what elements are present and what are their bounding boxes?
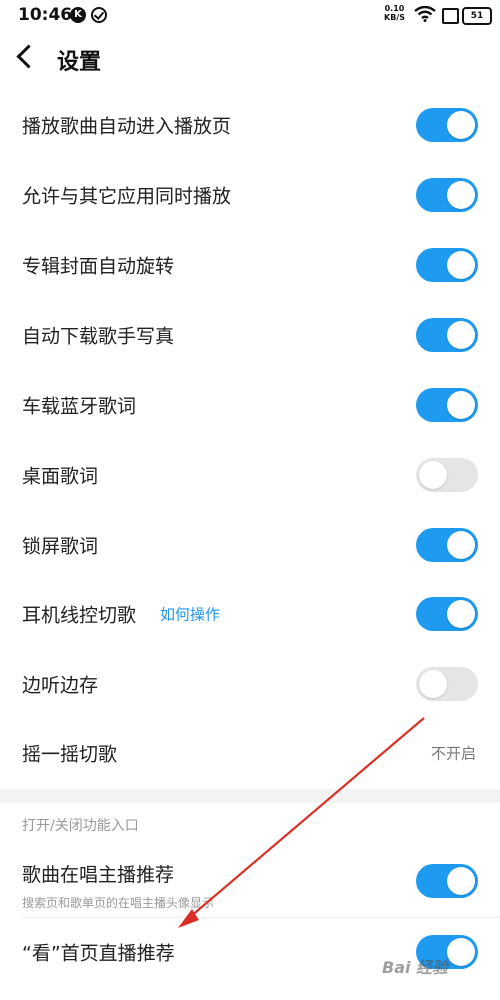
screen-icon	[442, 8, 459, 24]
setting-label: 允许与其它应用同时播放	[22, 185, 232, 208]
toggle-switch[interactable]	[416, 178, 478, 212]
settings-screen: 10:46 K 0.10 KB/S 51 设置 播放歌曲自动进入播放页 允许与其…	[0, 0, 500, 1000]
toggle-knob	[447, 111, 475, 139]
setting-row-singing-host-recommend[interactable]: 歌曲在唱主播推荐 搜索页和歌单页的在唱主播头像显示	[0, 845, 500, 917]
toggle-switch[interactable]	[416, 528, 478, 562]
net-speed-value: 0.10	[384, 4, 405, 13]
setting-row-car-bluetooth-lyrics[interactable]: 车载蓝牙歌词	[0, 370, 500, 440]
toggle-switch[interactable]	[416, 108, 478, 142]
toggle-knob	[447, 600, 475, 628]
setting-row-rotate-album-cover[interactable]: 专辑封面自动旋转	[0, 230, 500, 300]
toggle-switch[interactable]	[416, 597, 478, 631]
section-divider	[0, 789, 500, 803]
toggle-knob	[447, 181, 475, 209]
toggle-knob	[447, 391, 475, 419]
setting-sublabel: 搜索页和歌单页的在唱主播头像显示	[22, 896, 215, 910]
toggle-knob	[447, 531, 475, 559]
setting-label: 锁屏歌词	[22, 535, 99, 558]
setting-label: 耳机线控切歌	[22, 604, 137, 627]
setting-label: 摇一摇切歌	[22, 743, 118, 766]
setting-row-save-while-listening[interactable]: 边听边存	[0, 649, 500, 719]
setting-label: 歌曲在唱主播推荐	[22, 864, 175, 886]
setting-label: 播放歌曲自动进入播放页	[22, 115, 232, 138]
net-speed: 0.10 KB/S	[384, 4, 405, 22]
toggle-knob	[447, 321, 475, 349]
toggle-switch[interactable]	[416, 248, 478, 282]
setting-row-auto-open-player[interactable]: 播放歌曲自动进入播放页	[0, 90, 500, 160]
toggle-switch[interactable]	[416, 864, 478, 898]
wifi-icon	[414, 6, 436, 22]
setting-label: “看”首页直播推荐	[22, 942, 175, 965]
baidu-watermark: Bai 经验	[382, 958, 449, 977]
setting-label: 桌面歌词	[22, 465, 99, 488]
toggle-switch[interactable]	[416, 458, 478, 492]
setting-label: 自动下载歌手写真	[22, 325, 175, 348]
k-app-icon: K	[70, 7, 86, 23]
setting-row-lockscreen-lyrics[interactable]: 锁屏歌词	[0, 510, 500, 580]
toggle-knob	[447, 938, 475, 966]
setting-row-download-artist-photos[interactable]: 自动下载歌手写真	[0, 300, 500, 370]
status-bar: 10:46 K 0.10 KB/S 51	[0, 0, 500, 30]
toggle-knob	[419, 670, 447, 698]
toggle-switch[interactable]	[416, 667, 478, 701]
battery-icon: 51	[462, 7, 492, 25]
toggle-knob	[447, 867, 475, 895]
how-to-link[interactable]: 如何操作	[160, 604, 220, 625]
setting-label: 边听边存	[22, 674, 99, 697]
check-circle-icon	[91, 7, 107, 23]
top-bar: 设置	[0, 30, 500, 90]
toggle-switch[interactable]	[416, 318, 478, 352]
section-header: 打开/关闭功能入口	[22, 818, 139, 834]
toggle-knob	[447, 251, 475, 279]
setting-row-desktop-lyrics[interactable]: 桌面歌词	[0, 440, 500, 510]
setting-label: 专辑封面自动旋转	[22, 255, 175, 278]
setting-value: 不开启	[430, 744, 476, 763]
setting-row-headset-control[interactable]: 耳机线控切歌 如何操作	[0, 579, 500, 649]
setting-label: 车载蓝牙歌词	[22, 395, 137, 418]
setting-row-shake-to-skip[interactable]: 摇一摇切歌 不开启	[0, 718, 500, 788]
setting-row-play-with-other-apps[interactable]: 允许与其它应用同时播放	[0, 160, 500, 230]
net-speed-unit: KB/S	[384, 13, 405, 22]
toggle-switch[interactable]	[416, 388, 478, 422]
status-time: 10:46	[18, 5, 73, 25]
toggle-knob	[419, 461, 447, 489]
page-title: 设置	[57, 50, 102, 75]
chevron-left-icon[interactable]	[16, 44, 41, 69]
